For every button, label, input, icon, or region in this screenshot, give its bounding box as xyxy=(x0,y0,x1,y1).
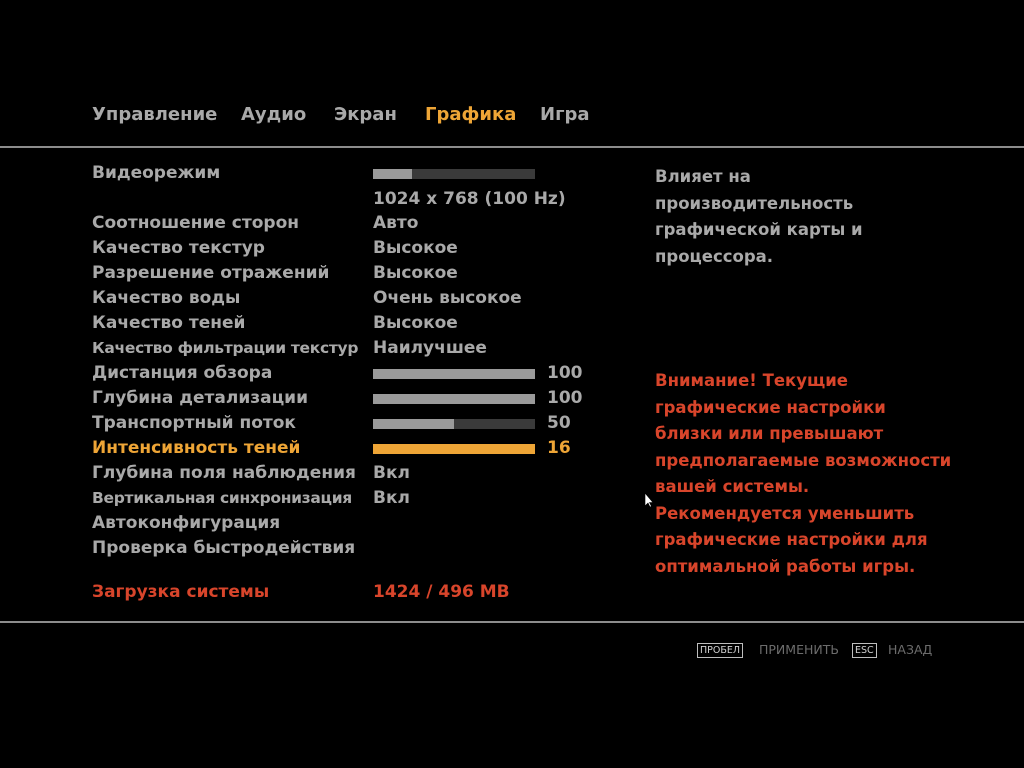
setting-label: Качество теней xyxy=(92,313,246,333)
setting-view-distance[interactable]: Дистанция обзора 100 xyxy=(92,363,592,387)
space-key-icon: ПРОБЕЛ xyxy=(697,643,744,658)
system-load: Загрузка системы 1424 / 496 MB xyxy=(92,582,592,606)
slider-value: 16 xyxy=(547,438,571,458)
setting-value: Вкл xyxy=(373,488,410,508)
setting-water-quality[interactable]: Качество воды Очень высокое xyxy=(92,288,592,312)
video-mode-value: 1024 x 768 (100 Hz) xyxy=(373,189,566,209)
setting-label: Вертикальная синхронизация xyxy=(92,489,352,507)
setting-vsync[interactable]: Вертикальная синхронизация Вкл xyxy=(92,488,592,512)
system-load-value: 1424 / 496 MB xyxy=(373,582,510,602)
setting-aspect-ratio[interactable]: Соотношение сторон Авто xyxy=(92,213,592,237)
slider-fill xyxy=(373,444,535,454)
detail-distance-slider[interactable] xyxy=(373,394,535,404)
setting-description: Влияет на производительность графической… xyxy=(655,167,863,266)
slider-fill xyxy=(373,394,535,404)
vehicle-density-slider[interactable] xyxy=(373,419,535,429)
setting-detail-distance[interactable]: Глубина детализации 100 xyxy=(92,388,592,412)
setting-label: Соотношение сторон xyxy=(92,213,300,233)
tab-display[interactable]: Экран xyxy=(334,104,397,125)
setting-label: Качество текстур xyxy=(92,238,265,258)
esc-key-icon: ESC xyxy=(852,643,877,658)
setting-video-mode[interactable]: Видеорежим xyxy=(92,163,592,187)
system-load-label: Загрузка системы xyxy=(92,582,270,602)
tab-graphics[interactable]: Графика xyxy=(425,104,516,125)
setting-shadow-quality[interactable]: Качество теней Высокое xyxy=(92,313,592,337)
top-divider xyxy=(0,146,1024,148)
graphics-settings-screen: Управление Аудио Экран Графика Игра Виде… xyxy=(0,0,1024,768)
mouse-pointer-icon xyxy=(644,492,654,508)
slider-value: 100 xyxy=(547,363,583,383)
view-distance-slider[interactable] xyxy=(373,369,535,379)
setting-label: Глубина поля наблюдения xyxy=(92,463,356,483)
tab-controls[interactable]: Управление xyxy=(92,104,217,125)
setting-label: Видеорежим xyxy=(92,163,221,183)
setting-label: Разрешение отражений xyxy=(92,263,330,283)
setting-label: Проверка быстродействия xyxy=(92,538,356,558)
setting-depth-of-field[interactable]: Глубина поля наблюдения Вкл xyxy=(92,463,592,487)
setting-value: Авто xyxy=(373,213,419,233)
setting-label: Качество воды xyxy=(92,288,241,308)
setting-texture-quality[interactable]: Качество текстур Высокое xyxy=(92,238,592,262)
tab-game[interactable]: Игра xyxy=(540,104,590,125)
setting-label: Интенсивность теней xyxy=(92,438,301,458)
shadow-density-slider[interactable] xyxy=(373,444,535,454)
setting-value: Высокое xyxy=(373,313,458,333)
setting-value: Высокое xyxy=(373,263,458,283)
slider-value: 100 xyxy=(547,388,583,408)
setting-value: Наилучшее xyxy=(373,338,487,358)
setting-shadow-density[interactable]: Интенсивность теней 16 xyxy=(92,438,592,462)
setting-label: Автоконфигурация xyxy=(92,513,281,533)
setting-texture-filter-quality[interactable]: Качество фильтрации текстур Наилучшее xyxy=(92,338,592,362)
performance-warning: Внимание! Текущие графические настройки … xyxy=(655,371,952,576)
setting-label: Глубина детализации xyxy=(92,388,309,408)
setting-value: Высокое xyxy=(373,238,458,258)
video-mode-slider[interactable] xyxy=(373,169,535,179)
slider-value: 50 xyxy=(547,413,571,433)
setting-value: Вкл xyxy=(373,463,410,483)
setting-label: Дистанция обзора xyxy=(92,363,273,383)
setting-reflection-resolution[interactable]: Разрешение отражений Высокое xyxy=(92,263,592,287)
slider-fill xyxy=(373,369,535,379)
back-button[interactable]: НАЗАД xyxy=(888,642,932,657)
setting-label: Транспортный поток xyxy=(92,413,296,433)
slider-fill xyxy=(373,169,412,179)
setting-auto-config[interactable]: Автоконфигурация xyxy=(92,513,592,537)
bottom-divider xyxy=(0,621,1024,623)
tab-audio[interactable]: Аудио xyxy=(241,104,306,125)
setting-benchmark[interactable]: Проверка быстродействия xyxy=(92,538,592,562)
slider-fill xyxy=(373,419,454,429)
setting-value: Очень высокое xyxy=(373,288,522,308)
setting-label: Качество фильтрации текстур xyxy=(92,339,359,357)
setting-vehicle-density[interactable]: Транспортный поток 50 xyxy=(92,413,592,437)
apply-button[interactable]: ПРИМЕНИТЬ xyxy=(759,642,839,657)
